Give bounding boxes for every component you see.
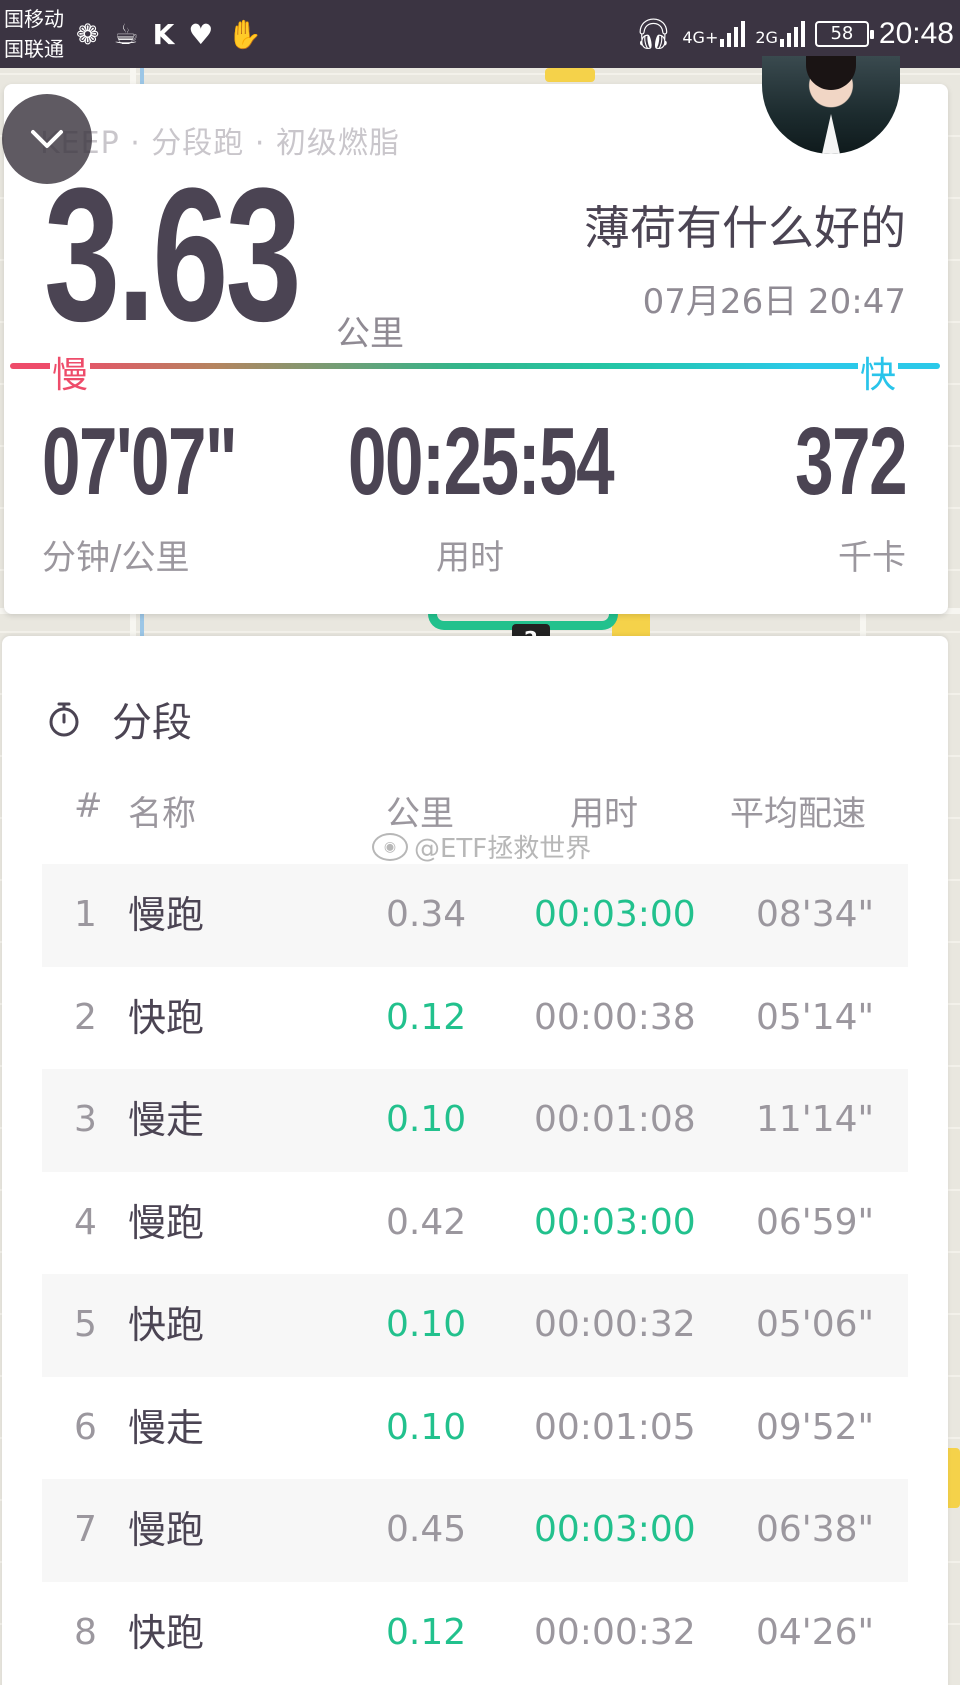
keep-icon: K (152, 17, 175, 51)
distance-value: 3.63 (44, 149, 302, 361)
weibo-logo-icon: ◉ (372, 832, 408, 861)
duration-label: 用时 (436, 538, 504, 578)
battery-icon: 58 (814, 21, 874, 47)
row-number: 7 (74, 1509, 97, 1550)
column-header-name: 名称 (128, 794, 196, 834)
row-time: 00:00:38 (534, 996, 696, 1038)
row-number: 8 (74, 1611, 97, 1653)
row-name: 慢跑 (128, 1508, 205, 1552)
row-km: 0.12 (386, 996, 467, 1038)
row-number: 6 (74, 1406, 97, 1448)
watermark: ◉ @ETF拯救世界 (372, 828, 591, 865)
row-pace: 04'26" (756, 1611, 875, 1653)
table-row[interactable]: 6 慢走 0.10 00:01:05 09'52" (42, 1377, 908, 1480)
row-time: 00:01:05 (534, 1406, 696, 1448)
row-time: 00:00:32 (534, 1611, 696, 1653)
signal-4g: 4G+ (682, 21, 746, 47)
cup-icon: ☕ (113, 17, 139, 51)
chevron-down-icon (31, 130, 63, 148)
weibo-icon: ❁ (76, 17, 100, 51)
segments-table: 1 慢跑 0.34 00:03:00 08'34" 2 快跑 0.12 00:0… (42, 864, 908, 1684)
signal-bars-icon (779, 21, 805, 47)
carrier-info: 国移动 国联通 (4, 4, 64, 64)
pace-fast-label: 快 (858, 346, 899, 398)
table-row[interactable]: 1 慢跑 0.34 00:03:00 08'34" (42, 864, 908, 967)
segments-title: 分段 (112, 700, 192, 746)
row-pace: 08'34" (756, 894, 875, 935)
calories-label: 千卡 (838, 538, 906, 578)
row-km: 0.45 (386, 1509, 467, 1550)
row-pace: 11'14" (756, 1099, 875, 1140)
calories-value: 372 (794, 408, 907, 515)
row-name: 慢跑 (128, 1200, 205, 1245)
row-time: 00:03:00 (534, 1201, 696, 1243)
stopwatch-icon (49, 702, 79, 737)
signal-2g: 2G (755, 21, 805, 47)
row-name: 快跑 (128, 1303, 205, 1347)
row-pace: 09'52" (756, 1406, 875, 1448)
row-time: 00:00:32 (534, 1304, 696, 1345)
row-number: 4 (74, 1201, 97, 1243)
row-number: 5 (74, 1304, 97, 1345)
duration-value: 00:25:54 (348, 408, 615, 515)
user-name: 薄荷有什么好的 (584, 201, 906, 255)
collapse-button[interactable] (2, 94, 92, 184)
carrier-2: 国联通 (4, 37, 64, 61)
row-name: 慢走 (128, 1098, 205, 1142)
hand-icon: ✋ (227, 17, 263, 51)
avg-pace-value: 07'07" (42, 408, 238, 515)
table-row[interactable]: 7 慢跑 0.45 00:03:00 06'38" (42, 1479, 908, 1582)
signal-bars-icon (720, 21, 746, 47)
watermark-text: @ETF拯救世界 (414, 834, 592, 864)
segments-header: 分段 (46, 690, 192, 748)
pace-slow-label: 慢 (50, 346, 91, 398)
row-pace: 06'59" (756, 1201, 875, 1243)
row-number: 3 (74, 1099, 97, 1140)
row-number: 2 (74, 996, 97, 1038)
row-pace: 06'38" (756, 1509, 875, 1550)
map-road-major (545, 68, 595, 82)
row-km: 0.10 (386, 1406, 467, 1448)
row-time: 00:03:00 (534, 894, 696, 935)
column-header-number: # (74, 786, 103, 826)
status-clock: 20:48 (878, 17, 954, 50)
row-km: 0.10 (386, 1099, 467, 1140)
headphones-icon: 🎧︎ (634, 16, 673, 52)
row-km: 0.42 (386, 1201, 467, 1243)
row-time: 00:03:00 (534, 1509, 696, 1550)
table-row[interactable]: 3 慢走 0.10 00:01:08 11'14" (42, 1069, 908, 1172)
row-name: 慢走 (128, 1405, 205, 1450)
avg-pace-label: 分钟/公里 (42, 538, 190, 578)
pace-gradient-bar (10, 363, 940, 369)
carrier-1: 国移动 (4, 7, 64, 31)
heart-rate-icon: ♥ (188, 17, 214, 51)
row-name: 快跑 (128, 995, 205, 1040)
table-row[interactable]: 4 慢跑 0.42 00:03:00 06'59" (42, 1172, 908, 1275)
row-name: 慢跑 (128, 893, 205, 937)
record-time: 07月26日 20:47 (642, 282, 906, 322)
row-time: 00:01:08 (534, 1099, 696, 1140)
table-row[interactable]: 5 快跑 0.10 00:00:32 05'06" (42, 1274, 908, 1377)
row-km: 0.10 (386, 1304, 467, 1345)
row-km: 0.34 (386, 894, 467, 935)
row-pace: 05'06" (756, 1304, 875, 1345)
distance-unit: 公里 (336, 314, 404, 354)
column-header-pace: 平均配速 (730, 794, 866, 834)
row-name: 快跑 (128, 1610, 205, 1655)
table-row[interactable]: 2 快跑 0.12 00:00:38 05'14" (42, 967, 908, 1070)
row-km: 0.12 (386, 1611, 467, 1653)
row-pace: 05'14" (756, 996, 875, 1038)
table-row[interactable]: 8 快跑 0.12 00:00:32 04'26" (42, 1582, 908, 1685)
row-number: 1 (74, 894, 97, 935)
